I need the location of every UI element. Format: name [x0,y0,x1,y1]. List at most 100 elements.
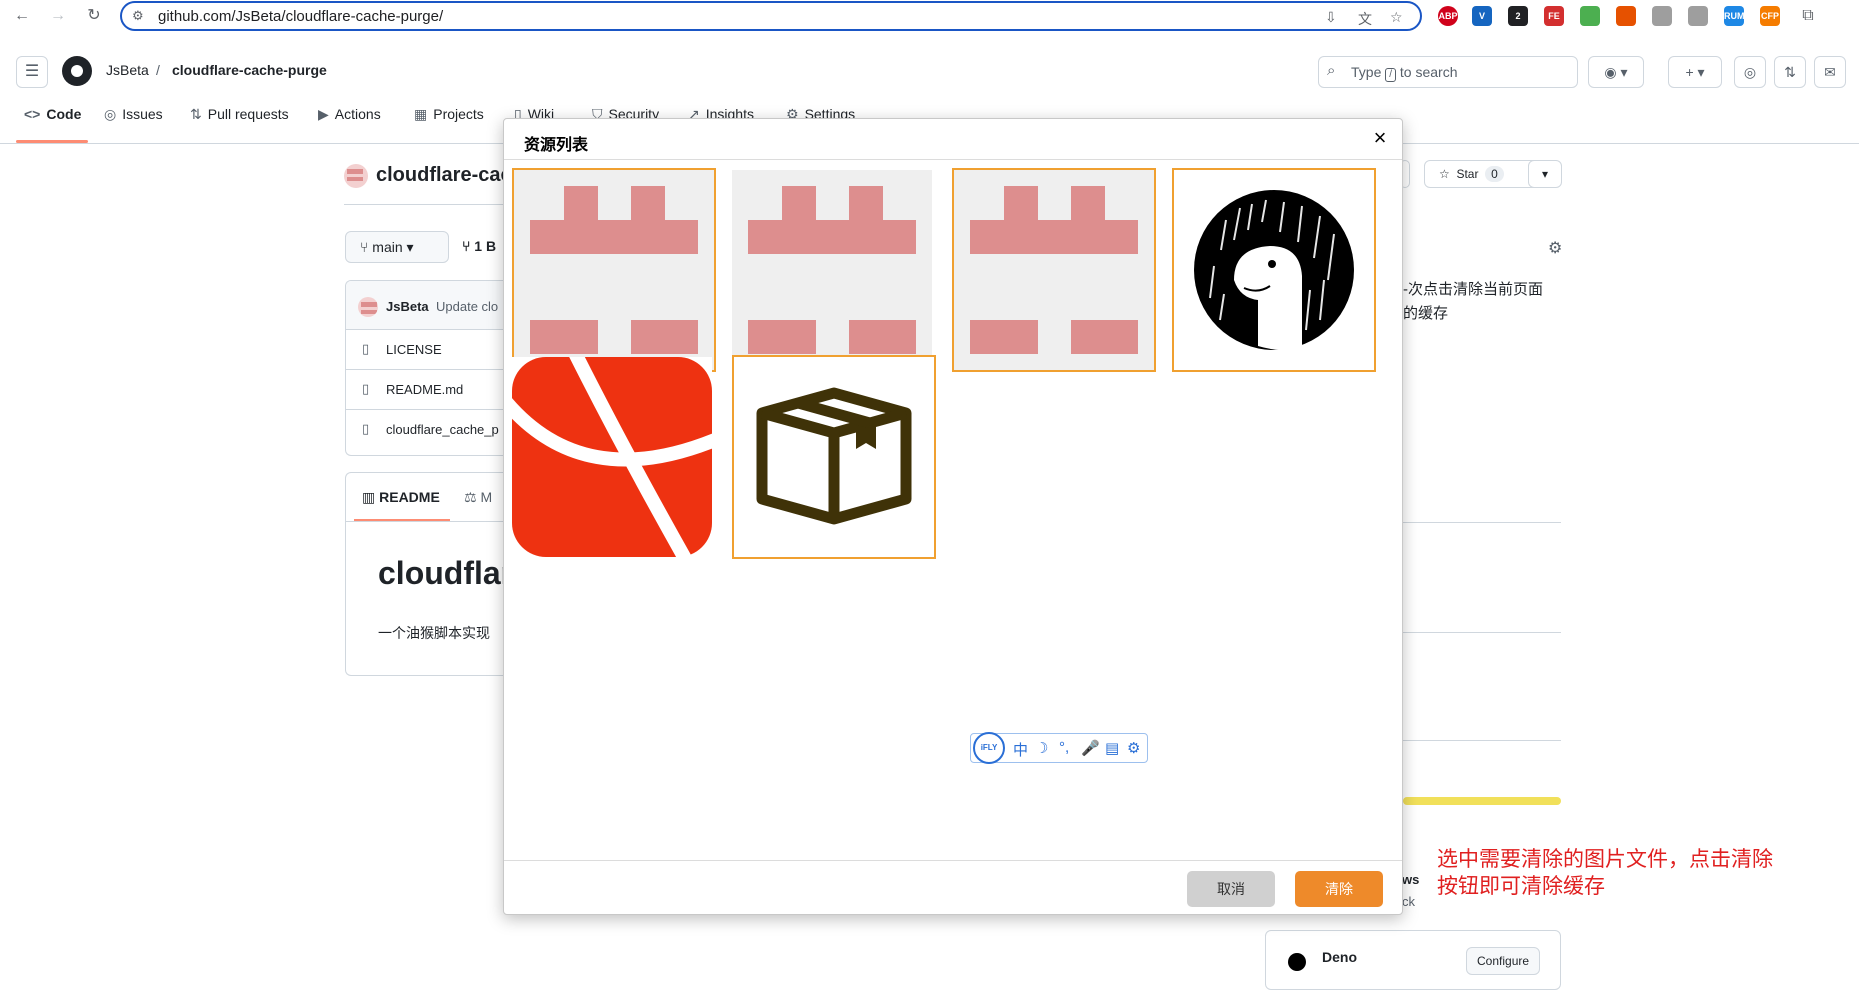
close-icon[interactable]: × [1368,127,1392,151]
grey-extension-icon[interactable] [1652,6,1672,26]
file-row[interactable]: ▯ cloudflare_cache_p [346,409,515,449]
resource-thumbnail[interactable] [732,355,936,559]
file-row[interactable]: ▯ LICENSE [346,329,515,369]
breadcrumb-owner[interactable]: JsBeta [106,62,149,78]
about-description: -次点击清除当前页面 的缓存 [1403,278,1543,326]
tab-extension-icon[interactable]: 2 [1508,6,1528,26]
create-new-button[interactable]: + ▾ [1668,56,1722,88]
branches-link[interactable]: ⑂ 1 B [462,238,496,254]
file-name: LICENSE [386,342,442,357]
branch-icon: ⑂ [360,239,369,255]
address-bar[interactable]: ⚙ github.com/JsBeta/cloudflare-cache-pur… [120,1,1422,31]
forward-icon[interactable]: → [46,4,70,28]
copilot-button[interactable]: ◉ ▾ [1588,56,1644,88]
commit-message[interactable]: Update clo [436,299,498,314]
metamask-extension-icon[interactable] [1616,6,1636,26]
tab-pull-requests[interactable]: ⇅ Pull requests [190,106,289,136]
tab-actions[interactable]: ▶ Actions [318,106,381,136]
breadcrumb-repo[interactable]: cloudflare-cache-purge [172,62,327,78]
cloudflare-purge-extension-icon[interactable]: CFP [1760,6,1780,26]
deno-icon [1288,953,1306,971]
fe-extension-icon[interactable]: FE [1544,6,1564,26]
modal-footer-divider [504,860,1402,861]
install-app-icon[interactable]: ⇩ [1325,9,1337,26]
resource-thumbnail[interactable] [512,168,716,372]
configure-button[interactable]: Configure [1466,947,1541,975]
cancel-button[interactable]: 取消 [1187,871,1275,907]
commit-author-avatar [358,297,378,317]
tab-code[interactable]: <> Code [24,106,81,136]
actions-icon: ▶ [318,106,329,122]
readme-tab-label: README [379,489,440,505]
chinese-mode-icon[interactable]: 中 [1013,739,1028,760]
punctuation-icon[interactable]: °, [1059,739,1069,756]
moon-icon[interactable]: ☽ [1035,739,1048,757]
file-icon: ▯ [362,381,370,396]
github-logo-icon[interactable] [62,56,92,86]
scale-icon: ⚖ [464,489,477,505]
projects-icon: ▦ [414,106,428,122]
package-box-icon [756,387,912,525]
license-tab[interactable]: ⚖ M [464,489,492,506]
bookmark-star-icon[interactable]: ☆ [1390,9,1403,26]
commit-author[interactable]: JsBeta [386,299,429,314]
keyboard-icon[interactable]: ▤ [1105,739,1119,757]
divider [346,521,515,522]
issues-icon[interactable]: ◎ [1734,56,1766,88]
rum-extension-icon[interactable]: RUM [1724,6,1745,26]
commit-bar: JsBeta Update clo [346,281,515,329]
readme-text: 一个油猴脚本实现 [378,625,490,641]
vue-extension-icon[interactable] [1688,6,1708,26]
tab-issues-label: Issues [122,106,163,122]
back-icon[interactable]: ← [10,4,34,28]
readme-panel: ▥ README ⚖ M cloudflar 一个油猴脚本实现 [345,472,515,676]
branch-name: main [372,239,403,255]
file-name: cloudflare_cache_p [386,422,499,437]
url-text: github.com/JsBeta/cloudflare-cache-purge… [158,8,444,25]
about-text-line2: 的缓存 [1403,305,1449,322]
translate-icon[interactable]: 文 [1358,9,1372,29]
inbox-icon[interactable]: ✉ [1814,56,1846,88]
deno-card: Deno Configure [1265,930,1561,990]
ifly-logo-icon[interactable]: iFLY [973,732,1005,764]
reload-icon[interactable]: ↻ [82,4,106,28]
extensions-puzzle-icon[interactable]: ⧉ [1796,4,1820,28]
browser-toolbar: ← → ↻ ⚙ github.com/JsBeta/cloudflare-cac… [0,0,1859,32]
about-settings-icon[interactable]: ⚙ [1548,238,1562,258]
search-icon: ⌕ [1327,62,1336,79]
resource-thumbnail[interactable] [512,357,712,557]
adblock-extension-icon[interactable]: ABP [1438,6,1458,26]
branches-count: 1 B [474,238,497,254]
readme-tab[interactable]: ▥ README [362,489,440,506]
green-extension-icon[interactable] [1580,6,1600,26]
deno-dinosaur-icon [1194,190,1354,351]
resource-thumbnail[interactable] [732,170,932,370]
license-tab-label: M [480,489,493,505]
tab-projects[interactable]: ▦ Projects [414,106,484,136]
tab-issues[interactable]: ◎ Issues [104,106,163,136]
branch-selector[interactable]: ⑂ main ▾ [345,231,449,263]
file-row[interactable]: ▯ README.md [346,369,515,409]
ifly-settings-icon[interactable]: ⚙ [1127,739,1140,757]
divider [1403,740,1561,741]
search-input[interactable]: ⌕ Type / to search [1318,56,1578,88]
branch-icon: ⑂ [462,238,471,254]
file-icon: ▯ [362,421,370,436]
pull-requests-icon[interactable]: ⇅ [1774,56,1806,88]
tab-projects-label: Projects [433,106,484,122]
clear-button[interactable]: 清除 [1295,871,1383,907]
hamburger-menu-icon[interactable]: ☰ [16,56,48,88]
deployments-label-partial: ws [1402,872,1420,887]
resource-thumbnail[interactable] [1172,168,1376,372]
repo-title[interactable]: cloudflare-cac [376,164,512,187]
search-key-hint: / [1385,68,1397,82]
deno-label: Deno [1322,949,1357,965]
book-icon: ▥ [362,489,376,505]
v-extension-icon[interactable]: V [1472,6,1492,26]
star-dropdown-icon[interactable]: ▾ [1528,160,1562,188]
active-tab-indicator [16,140,88,143]
resource-thumbnail[interactable] [952,168,1156,372]
site-info-icon[interactable]: ⚙ [132,8,144,24]
microphone-icon[interactable]: 🎤 [1081,739,1100,757]
annotation-line2: 按钮即可清除缓存 [1437,875,1605,898]
